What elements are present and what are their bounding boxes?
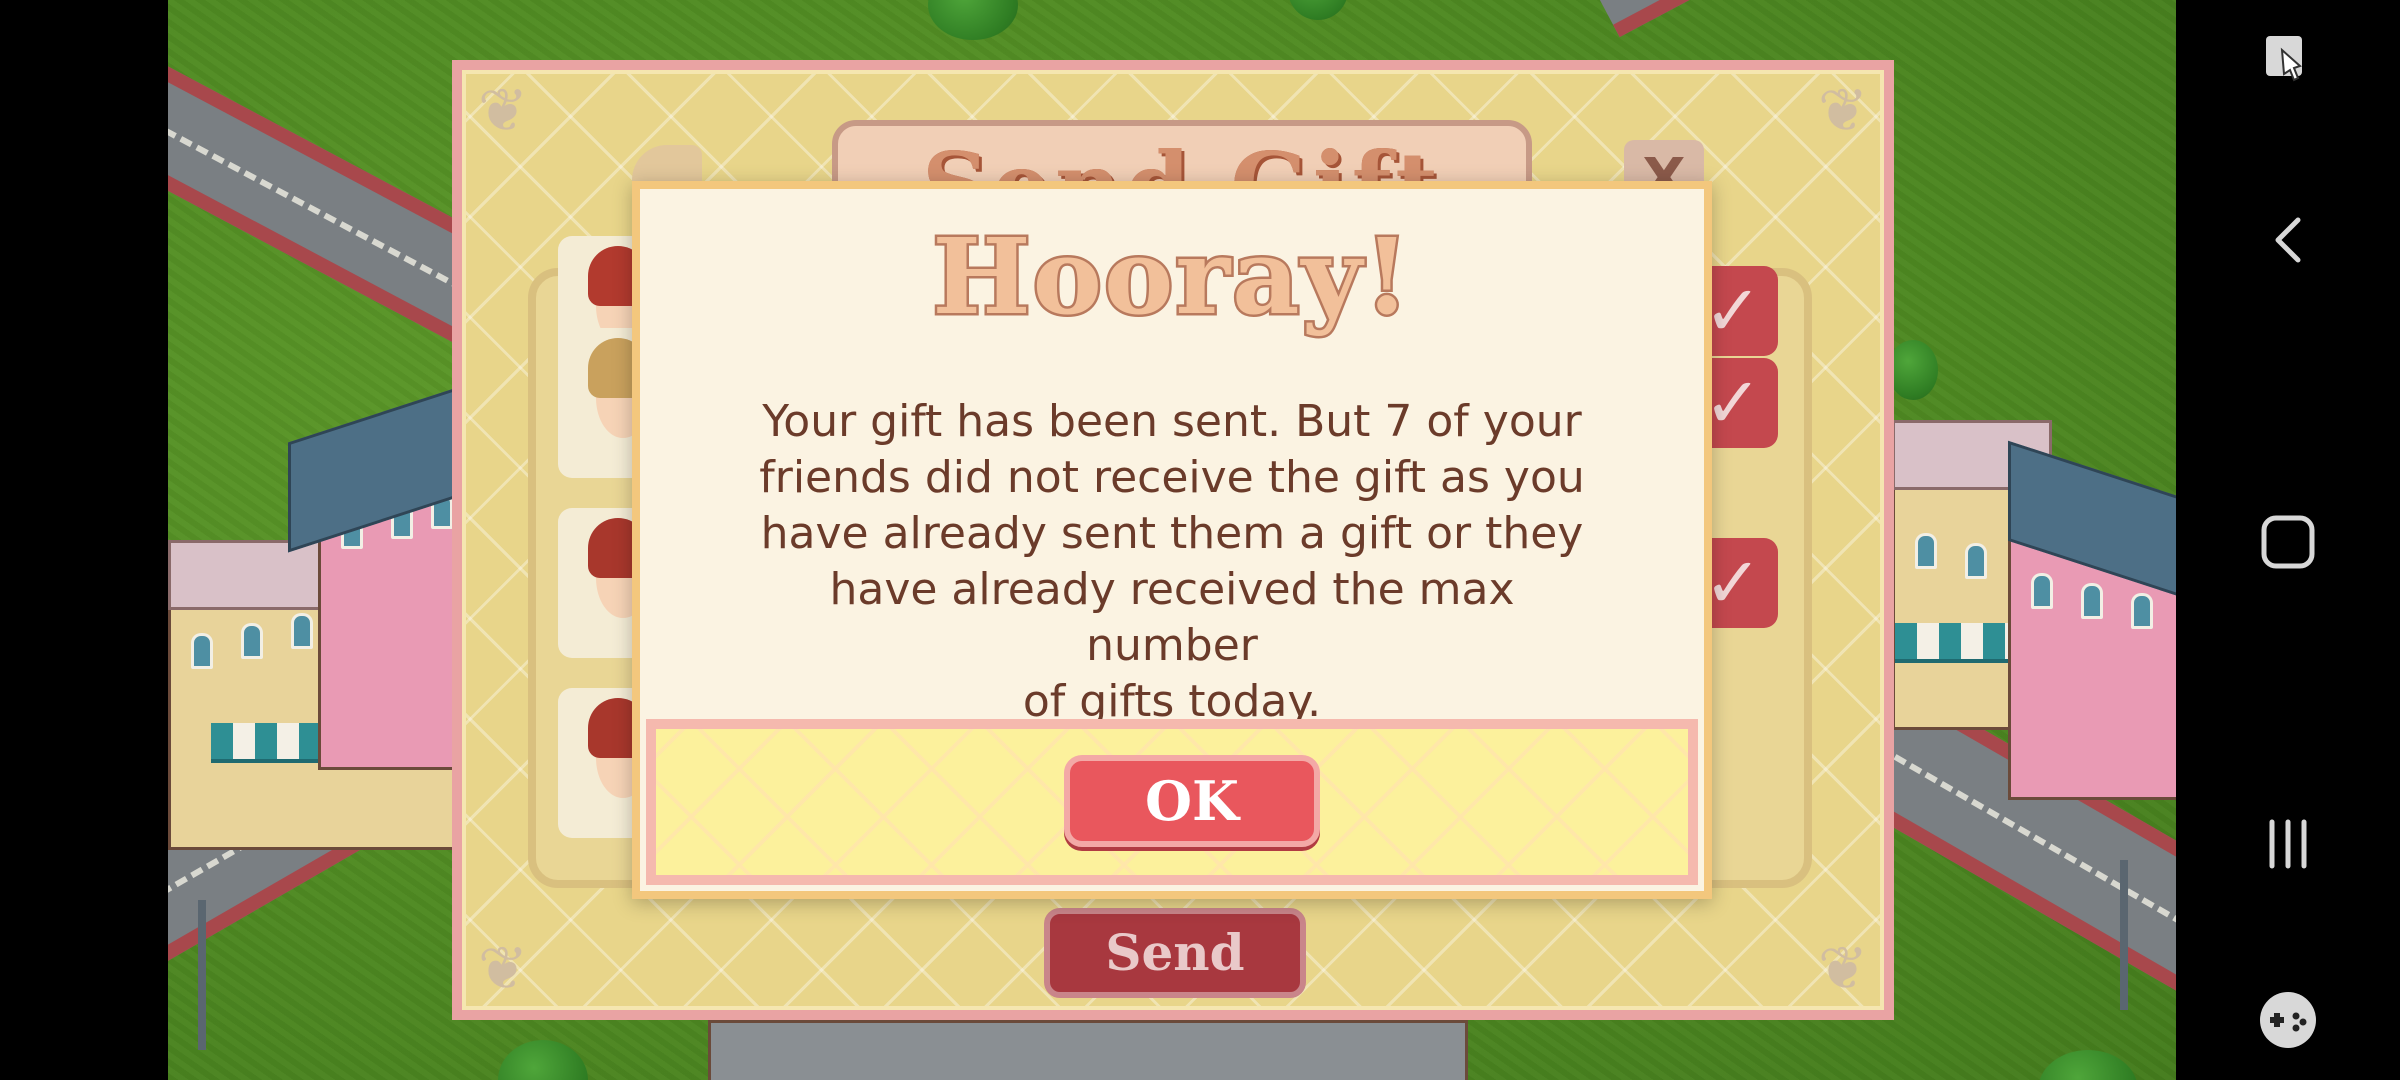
message-line: Your gift has been sent. But 7 of your <box>762 396 1582 447</box>
ornament-icon: ❦ <box>1817 76 1869 146</box>
street-lamp-left <box>198 900 206 1050</box>
send-button[interactable]: Send <box>1044 908 1306 998</box>
tree <box>928 0 1018 40</box>
gift-sent-message: Your gift has been sent. But 7 of your f… <box>740 394 1604 730</box>
system-navigation-bar <box>2176 0 2400 1080</box>
road-top-right <box>1568 0 2176 38</box>
message-line: have already sent them a gift or they <box>760 508 1584 559</box>
ornament-icon: ❦ <box>477 76 529 146</box>
ok-button[interactable]: OK <box>1064 755 1320 847</box>
ornament-icon: ❦ <box>477 934 529 1004</box>
tree <box>1288 0 1348 20</box>
hooray-title: Hooray! <box>930 213 1412 341</box>
building-bottom-center <box>708 1020 1468 1080</box>
street-lamp-right <box>2120 860 2128 1010</box>
message-line: friends did not receive the gift as you <box>759 452 1585 503</box>
back-icon[interactable] <box>2248 200 2328 280</box>
home-icon[interactable] <box>2248 502 2328 582</box>
ornament-icon: ❦ <box>1817 934 1869 1004</box>
hooray-dialog: Hooray! Your gift has been sent. But 7 o… <box>632 181 1712 899</box>
tree <box>498 1040 588 1080</box>
recent-apps-icon[interactable] <box>2248 804 2328 884</box>
dialog-footer: OK <box>646 719 1698 885</box>
screen-capture-icon[interactable] <box>2248 14 2328 94</box>
tree <box>1888 340 1938 400</box>
tree <box>2038 1050 2138 1080</box>
message-line: have already received the max number <box>829 564 1515 671</box>
game-controller-icon[interactable] <box>2248 980 2328 1060</box>
